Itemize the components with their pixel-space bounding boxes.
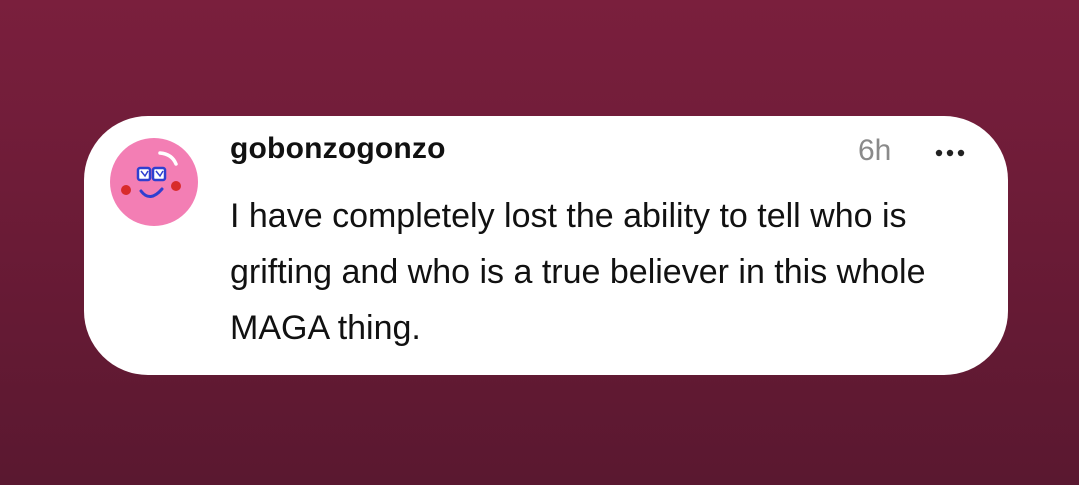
username[interactable]: gobonzogonzo: [230, 132, 446, 166]
avatar[interactable]: [110, 138, 198, 226]
smiley-face-icon: [121, 151, 181, 198]
more-options-button[interactable]: [932, 140, 968, 166]
comment-card: gobonzogonzo 6h I have completely lost t…: [84, 116, 1008, 375]
comment-text: I have completely lost the ability to te…: [230, 197, 926, 347]
more-options-icon: [935, 149, 965, 157]
timestamp: 6h: [858, 134, 892, 167]
